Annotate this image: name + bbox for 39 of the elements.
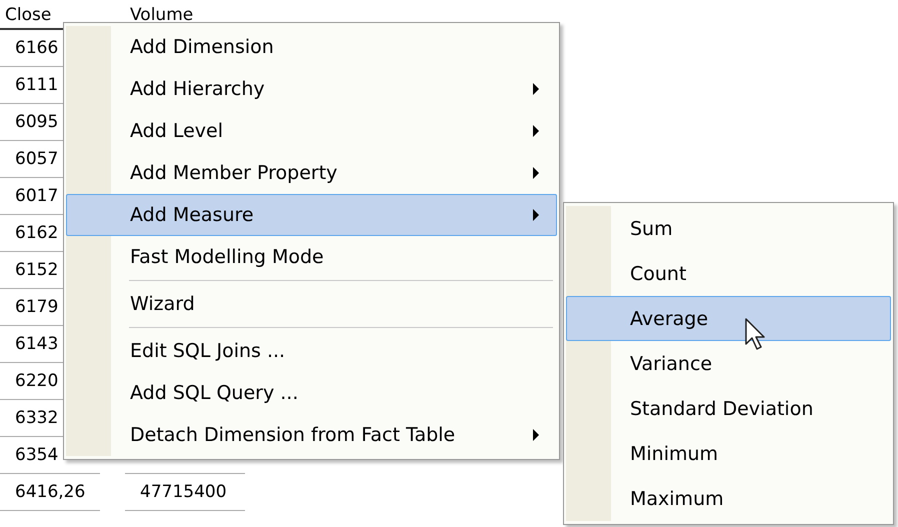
table-cell-text: 6354	[14, 445, 58, 465]
column-header: Volume	[129, 7, 194, 27]
menu-item[interactable]: Detach Dimension from Fact Table	[66, 414, 557, 456]
table-cell-text: 6143	[14, 334, 58, 354]
menu-item[interactable]: Sum	[566, 206, 891, 251]
table-cell-text: 6162	[14, 223, 58, 243]
table-cell-text: 6095	[14, 112, 58, 132]
menu-item[interactable]: Add Hierarchy	[66, 68, 557, 110]
menu-item[interactable]: Wizard	[66, 283, 557, 325]
table-cell-text: 6152	[14, 260, 58, 280]
table-cell-text: 47715400	[139, 482, 227, 502]
menu-item[interactable]: Add Measure	[66, 194, 557, 236]
table-cell-text: 6017	[14, 186, 58, 206]
menu-item[interactable]: Standard Deviation	[566, 386, 891, 431]
menu-item[interactable]: Add Level	[66, 110, 557, 152]
submenu-arrow-icon	[532, 209, 540, 221]
menu-item[interactable]: Add Dimension	[66, 26, 557, 68]
menu-item[interactable]: Edit SQL Joins ...	[66, 330, 557, 372]
menu-item[interactable]: Maximum	[566, 476, 891, 521]
submenu-arrow-icon	[532, 83, 540, 95]
table-cell-text: 6332	[14, 408, 58, 428]
menu-item[interactable]: Average	[566, 296, 891, 341]
table-cell-text: 6416,26	[14, 482, 86, 502]
menu-item[interactable]: Add Member Property	[66, 152, 557, 194]
table-cell-text: 6111	[14, 75, 58, 95]
menu-item[interactable]: Fast Modelling Mode	[66, 236, 557, 278]
table-cell-text: 6057	[14, 149, 58, 169]
cursor-icon	[745, 318, 767, 352]
submenu-arrow-icon	[532, 429, 540, 441]
submenu-arrow-icon	[532, 125, 540, 137]
table-cell-text: 6166	[14, 38, 58, 58]
table-cell-text: 6220	[14, 371, 58, 391]
table-cell-text: 6179	[14, 297, 58, 317]
menu-item[interactable]: Minimum	[566, 431, 891, 476]
submenu-arrow-icon	[532, 167, 540, 179]
column-header: Close	[4, 7, 52, 27]
menu-item[interactable]: Variance	[566, 341, 891, 386]
menu-item[interactable]: Count	[566, 251, 891, 296]
menu-item[interactable]: Add SQL Query ...	[66, 372, 557, 414]
